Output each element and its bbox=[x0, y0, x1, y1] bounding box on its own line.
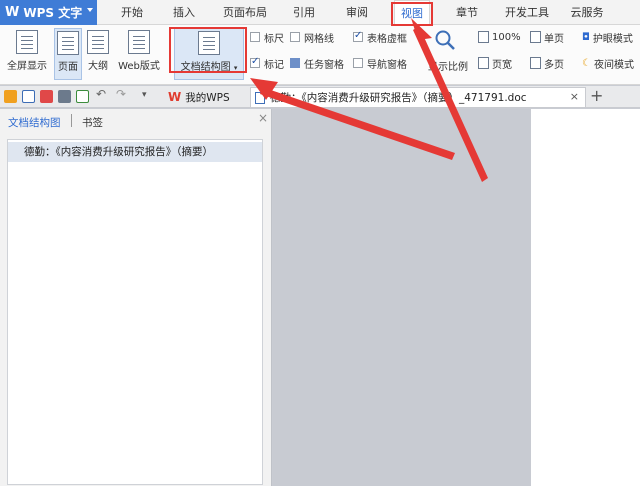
marks-checkbox[interactable]: 标记 bbox=[250, 55, 284, 71]
chevron-down-icon bbox=[87, 8, 93, 12]
web-layout-icon bbox=[128, 30, 150, 54]
nav-pane-label: 导航窗格 bbox=[367, 59, 407, 71]
checkbox-checked-icon bbox=[250, 56, 260, 68]
tab-developer[interactable]: 开发工具 bbox=[501, 0, 553, 25]
zoom-button[interactable]: 显示比例 bbox=[428, 57, 468, 73]
undo-icon[interactable]: ↶ bbox=[96, 87, 109, 101]
highlight-doc-structure bbox=[169, 27, 247, 73]
night-mode-button[interactable]: ☾ 夜间模式 bbox=[582, 55, 634, 71]
outline-tree: 德勤：《内容消费升级研究报告》（摘要） bbox=[7, 139, 263, 485]
app-name: WPS 文字 bbox=[23, 6, 83, 20]
multi-page-icon bbox=[530, 57, 541, 69]
gridlines-checkbox[interactable]: 网格线 bbox=[290, 29, 334, 45]
zoom-100-icon bbox=[478, 31, 489, 43]
tab-home[interactable]: 开始 bbox=[116, 0, 148, 25]
checkbox-partial-icon bbox=[290, 58, 300, 68]
nav-pane-tabs: 文档结构图 书签 × bbox=[0, 109, 271, 135]
save-icon[interactable] bbox=[22, 90, 35, 103]
multi-page-label: 多页 bbox=[544, 59, 564, 71]
nav-pane-checkbox[interactable]: 导航窗格 bbox=[353, 55, 407, 71]
menu-bar: W WPS 文字 开始 插入 页面布局 引用 审阅 视图 章节 开发工具 云服务 bbox=[0, 0, 640, 26]
web-view-button[interactable]: Web版式 bbox=[114, 28, 164, 80]
highlight-view-tab bbox=[391, 2, 433, 26]
document-page[interactable] bbox=[531, 109, 640, 486]
table-grid-label: 表格虚框 bbox=[367, 33, 407, 45]
ruler-checkbox[interactable]: 标尺 bbox=[250, 29, 284, 45]
eye-mode-label: 护眼模式 bbox=[592, 33, 633, 45]
ruler-label: 标尺 bbox=[264, 33, 284, 45]
checkbox-icon bbox=[250, 32, 260, 42]
table-grid-checkbox[interactable]: 表格虚框 bbox=[353, 29, 407, 45]
one-page-button[interactable]: 单页 bbox=[530, 29, 564, 45]
nav-tab-bookmark[interactable]: 书签 bbox=[82, 115, 103, 130]
checkbox-icon bbox=[353, 58, 363, 68]
task-pane-checkbox[interactable]: 任务窗格 bbox=[290, 55, 344, 71]
wps-logo: W bbox=[5, 5, 20, 20]
multi-page-button[interactable]: 多页 bbox=[530, 55, 564, 71]
open-folder-icon[interactable] bbox=[4, 90, 17, 103]
marks-label: 标记 bbox=[264, 59, 284, 71]
fullscreen-label: 全屏显示 bbox=[7, 61, 47, 72]
print-preview-icon[interactable] bbox=[76, 90, 89, 103]
print-icon[interactable] bbox=[58, 90, 71, 103]
document-structure-pane: 文档结构图 书签 × 德勤：《内容消费升级研究报告》（摘要） bbox=[0, 109, 272, 486]
zoom-icon[interactable] bbox=[434, 29, 456, 51]
page-width-button[interactable]: 页宽 bbox=[478, 55, 512, 71]
tab-divider bbox=[71, 114, 72, 127]
fullscreen-icon bbox=[16, 30, 38, 54]
document-canvas[interactable] bbox=[273, 109, 640, 486]
night-mode-label: 夜间模式 bbox=[593, 59, 634, 71]
checkbox-checked-icon bbox=[353, 30, 363, 42]
tab-my-wps[interactable]: W 我的WPS bbox=[164, 87, 246, 107]
checkbox-icon bbox=[290, 32, 300, 42]
tab-sections[interactable]: 章节 bbox=[451, 0, 483, 25]
page-view-button[interactable]: 页面 bbox=[54, 28, 82, 80]
wps-w-icon: W bbox=[168, 90, 182, 104]
word-doc-icon bbox=[255, 91, 265, 104]
close-icon[interactable]: × bbox=[258, 111, 268, 125]
fullscreen-button[interactable]: 全屏显示 bbox=[4, 28, 50, 80]
nav-tab-outline[interactable]: 文档结构图 bbox=[8, 115, 61, 130]
customize-toolbar-icon[interactable]: ▾ bbox=[142, 90, 155, 103]
tab-page-layout[interactable]: 页面布局 bbox=[219, 0, 271, 25]
zoom-100-button[interactable]: 100% bbox=[478, 29, 521, 45]
task-pane-label: 任务窗格 bbox=[304, 59, 344, 71]
one-page-label: 单页 bbox=[544, 33, 564, 45]
page-width-label: 页宽 bbox=[492, 59, 512, 71]
outline-item[interactable]: 德勤：《内容消费升级研究报告》（摘要） bbox=[8, 142, 262, 162]
tab-document-title: 德勤：《内容消费升级研究报告》（摘要）_471791.doc bbox=[270, 92, 527, 104]
tab-references[interactable]: 引用 bbox=[288, 0, 320, 25]
app-menu-button[interactable]: W WPS 文字 bbox=[0, 0, 97, 25]
close-icon[interactable]: × bbox=[570, 90, 579, 103]
gridlines-label: 网格线 bbox=[304, 33, 334, 45]
page-icon bbox=[57, 31, 79, 55]
zoom-label: 显示比例 bbox=[428, 61, 468, 73]
tab-document[interactable]: 德勤：《内容消费升级研究报告》（摘要）_471791.doc × bbox=[250, 87, 586, 107]
tab-cloud[interactable]: 云服务 bbox=[566, 0, 608, 25]
tab-review[interactable]: 审阅 bbox=[341, 0, 373, 25]
tab-my-wps-label: 我的WPS bbox=[185, 91, 230, 104]
page-width-icon bbox=[478, 57, 489, 69]
redo-icon[interactable]: ↷ bbox=[116, 87, 129, 101]
outline-view-button[interactable]: 大纲 bbox=[84, 28, 112, 80]
eye-shield-icon: ◘ bbox=[582, 31, 590, 43]
zoom-100-label: 100% bbox=[492, 31, 521, 43]
one-page-icon bbox=[530, 31, 541, 43]
page-view-label: 页面 bbox=[58, 62, 78, 73]
outline-view-label: 大纲 bbox=[88, 61, 108, 72]
web-view-label: Web版式 bbox=[118, 61, 160, 72]
new-tab-icon[interactable]: + bbox=[590, 86, 603, 105]
export-pdf-icon[interactable] bbox=[40, 90, 53, 103]
outline-icon bbox=[87, 30, 109, 54]
eye-mode-button[interactable]: ◘ 护眼模式 bbox=[582, 29, 633, 45]
tab-insert[interactable]: 插入 bbox=[168, 0, 200, 25]
document-tab-bar: ↶ ↷ ▾ W 我的WPS 德勤：《内容消费升级研究报告》（摘要）_471791… bbox=[0, 86, 640, 108]
moon-icon: ☾ bbox=[582, 57, 591, 69]
ribbon-view: 全屏显示 页面 大纲 Web版式 文档结构图 ▾ 标尺 网格线 表格虚框 标记 … bbox=[0, 25, 640, 85]
